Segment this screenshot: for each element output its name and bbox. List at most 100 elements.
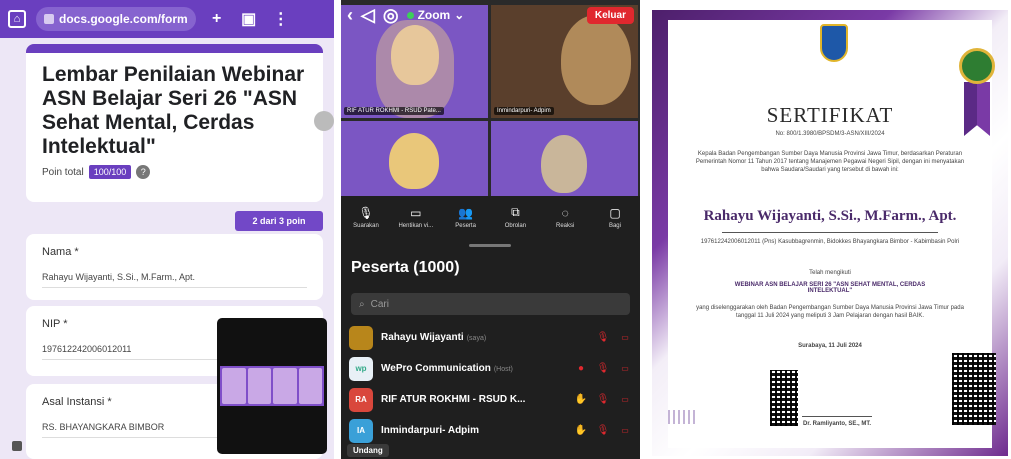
url-text: docs.google.com/form <box>59 12 188 26</box>
participant-name: RIF ATUR ROKHMI - RSUD K... <box>381 394 526 405</box>
tile-name: RIF ATUR ROKHMI - RSUD Pate... <box>344 107 444 115</box>
reaction-button[interactable]: ◌ Reaksi <box>544 196 586 238</box>
avatar: IA <box>349 418 373 443</box>
edit-fab-icon[interactable] <box>314 111 334 131</box>
certificate-number: No: 800/1.3980/BPSDM/3-ASN/XIII/2024 <box>775 131 885 137</box>
toolbar-label: Hentikan vi... <box>398 222 434 229</box>
tabs-icon[interactable]: ▣ <box>238 9 260 29</box>
video-off-icon: ▭ <box>621 426 629 435</box>
participants-button[interactable]: 👥 Peserta <box>445 196 487 238</box>
new-tab-icon[interactable]: + <box>206 10 228 28</box>
menu-icon[interactable]: ⋮ <box>270 9 292 29</box>
form-title: Lembar Penilaian Webinar ASN Belajar Ser… <box>42 63 305 158</box>
url-field[interactable]: docs.google.com/form <box>36 7 196 31</box>
zoom-top-bar: ‹ ◁ ◎ Zoom ⌄ Keluar <box>341 0 640 30</box>
invite-button[interactable]: Undang <box>347 444 389 457</box>
chat-icon: ◌ <box>561 205 569 220</box>
field-nama: Nama * Rahayu Wijayanti, S.Si., M.Farm.,… <box>26 234 323 300</box>
signature-line <box>802 416 872 417</box>
google-form-panel: ⌂ docs.google.com/form + ▣ ⋮ Lembar Peni… <box>0 0 334 459</box>
webinar-title: WEBINAR ASN BELAJAR SERI 26 "ASN SEHAT M… <box>734 282 926 294</box>
raised-hand-icon: ✋ <box>574 394 588 405</box>
home-icon[interactable]: ⌂ <box>8 10 26 28</box>
mic-button[interactable]: 🎙 Suarakan <box>345 196 387 238</box>
provincial-seal-icon <box>820 24 848 62</box>
video-off-icon: ▭ <box>621 364 629 373</box>
speaker-icon[interactable]: ◁ <box>361 5 375 26</box>
zoom-meeting-info[interactable]: Zoom ⌄ <box>406 8 465 22</box>
name-text: Rahayu Wijayanti <box>381 332 464 343</box>
participants-title: Peserta (1000) <box>351 259 460 276</box>
secure-dot-icon <box>406 11 414 19</box>
video-off-icon: ▭ <box>621 333 629 342</box>
video-tile[interactable] <box>491 121 638 196</box>
raised-hand-icon: ✋ <box>574 425 588 436</box>
points-badge: 100/100 <box>88 165 132 179</box>
zoom-label: Zoom <box>417 8 451 22</box>
toolbar-label: Suarakan <box>353 222 379 229</box>
certificate-body <box>668 20 992 448</box>
toolbar-label: Peserta <box>455 222 476 229</box>
divider <box>722 232 938 233</box>
place-date: Surabaya, 11 Juli 2024 <box>798 343 862 349</box>
participant-name: WePro Communication (Host) <box>381 363 566 374</box>
participant-row[interactable]: wp WePro Communication (Host) ● 🎙 ▭ <box>341 353 640 384</box>
avatar: wp <box>349 356 373 381</box>
more-icon: ▢ <box>609 205 621 220</box>
zoom-toolbar: 🎙 Suarakan ▭ Hentikan vi... 👥 Peserta ⧉ Obro… <box>341 196 640 238</box>
video-button[interactable]: ▭ Hentikan vi... <box>395 196 437 238</box>
site-info-icon[interactable] <box>44 14 54 24</box>
avatar <box>349 325 373 350</box>
signer-name: Dr. Ramliyanto, SE., MT. <box>802 421 871 427</box>
pip-tile <box>273 368 297 404</box>
mic-muted-icon: 🎙 <box>596 363 610 374</box>
recipient-meta: 197612242006012011 (Pns) Kasubbagrenmin,… <box>700 239 960 245</box>
participant-row[interactable]: Rahayu Wijayanti (saya) 🎙 ▭ <box>341 322 640 353</box>
screen-share-icon: ● <box>577 363 585 374</box>
page-indicator: 2 dari 3 poin <box>235 211 323 231</box>
pip-video-strip <box>220 366 324 406</box>
browser-address-bar: ⌂ docs.google.com/form + ▣ ⋮ <box>0 0 334 38</box>
participant-row[interactable]: RA RIF ATUR ROKHMI - RSUD K... ✋ 🎙 ▭ <box>341 384 640 415</box>
sheet-drag-handle[interactable] <box>469 244 511 247</box>
help-icon[interactable]: ? <box>136 165 151 179</box>
role-text: (saya) <box>466 335 487 342</box>
pip-tile <box>298 368 322 404</box>
mic-muted-icon: 🎙 <box>596 394 610 405</box>
organizer-text: yang diselenggarakan oleh Badan Pengemba… <box>696 305 964 319</box>
leave-button[interactable]: Keluar <box>586 6 634 24</box>
points-label: Poin total <box>42 166 84 178</box>
recipient-name: Rahayu Wijayanti, S.Si., M.Farm., Apt. <box>703 208 957 224</box>
mic-muted-icon: 🎙 <box>596 425 610 436</box>
tile-name: Inmindarpuri- Adpim <box>494 107 554 115</box>
role-text: (Host) <box>493 366 513 373</box>
camera-switch-icon[interactable]: ◎ <box>383 5 399 26</box>
followed-text: Telah mengikuti <box>809 270 851 276</box>
sidebar-toggle-icon[interactable] <box>12 441 22 451</box>
toolbar-label: Reaksi <box>556 222 575 229</box>
toolbar-label: Obrolan <box>504 223 527 229</box>
certificate-heading: SERTIFIKAT <box>766 103 894 127</box>
more-button[interactable]: ▢ Bagi <box>594 196 636 238</box>
video-gallery: ‹ ◁ ◎ Zoom ⌄ Keluar RIF ATUR ROKHMI - RS… <box>341 0 640 196</box>
participant-name: Rahayu Wijayanti (saya) <box>381 332 588 343</box>
certificate-panel: SERTIFIKAT No: 800/1.3980/BPSDM/3-ASN/XI… <box>649 0 1011 459</box>
participant-row[interactable]: IA Inmindarpuri- Adpim ✋ 🎙 ▭ <box>341 415 640 446</box>
field-value[interactable]: Rahayu Wijayanti, S.Si., M.Farm., Apt. <box>42 272 307 288</box>
certificate: SERTIFIKAT No: 800/1.3980/BPSDM/3-ASN/XI… <box>652 10 1008 456</box>
name-text: WePro Communication <box>381 363 491 374</box>
participant-search[interactable]: ⌕ Cari <box>351 293 630 315</box>
pip-tile <box>222 368 246 404</box>
video-icon: ▭ <box>410 205 422 220</box>
search-icon: ⌕ <box>359 298 365 310</box>
video-off-icon: ▭ <box>621 395 629 404</box>
chevron-down-icon: ⌄ <box>454 8 465 22</box>
participants-icon: 👥 <box>458 205 474 220</box>
zoom-pip-window[interactable] <box>217 318 327 454</box>
video-tile[interactable] <box>341 121 488 196</box>
participant-list: Rahayu Wijayanti (saya) 🎙 ▭ wp WePro Comm… <box>341 322 640 446</box>
back-icon[interactable]: ‹ <box>347 5 353 26</box>
field-label: Nama * <box>42 246 79 258</box>
chat-button[interactable]: ⧉ Obrolan <box>494 196 536 238</box>
zoom-panel: ‹ ◁ ◎ Zoom ⌄ Keluar RIF ATUR ROKHMI - RS… <box>341 0 640 459</box>
